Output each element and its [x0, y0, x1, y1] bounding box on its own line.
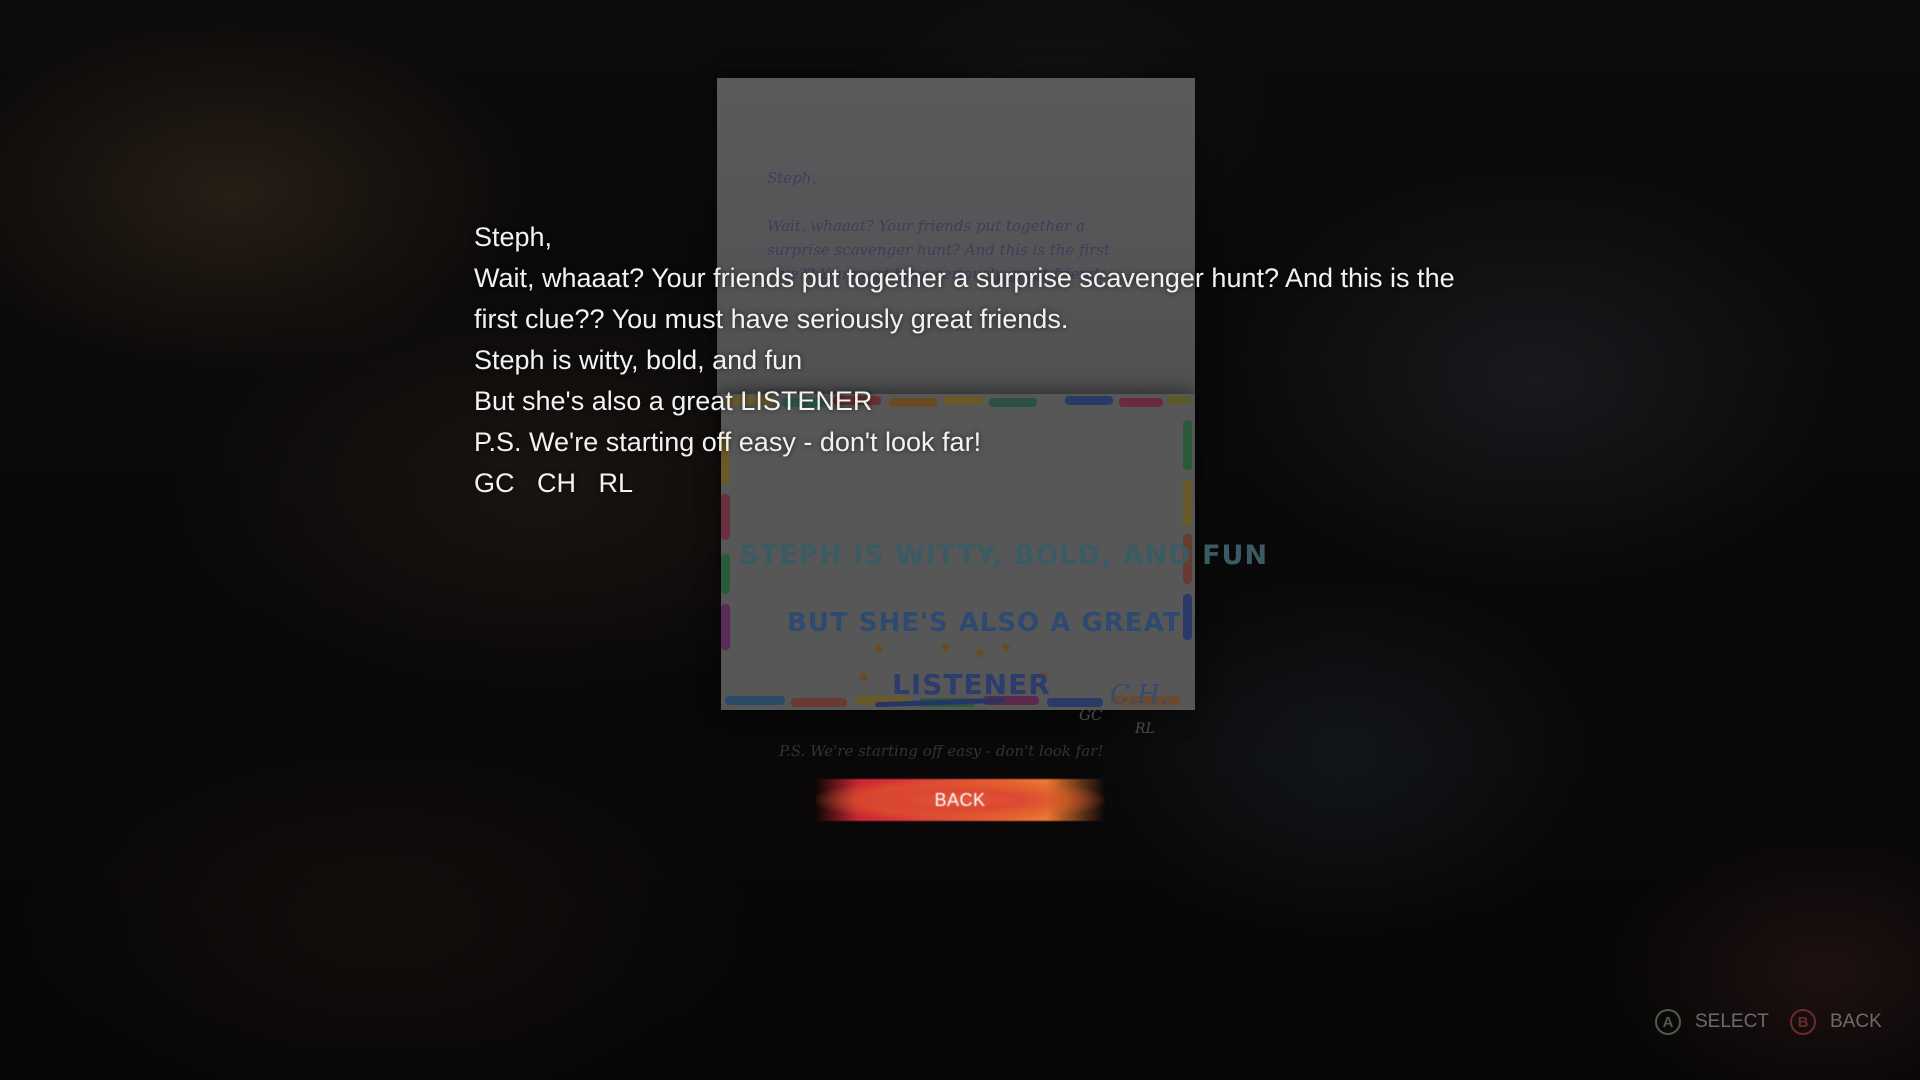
- back-hint[interactable]: B BACK: [1790, 1007, 1882, 1037]
- b-button-icon: B: [1790, 1009, 1816, 1035]
- note-crayon-line-2: BUT SHE'S ALSO A GREAT: [787, 608, 1182, 638]
- border-stripe: [791, 698, 847, 707]
- select-hint[interactable]: A SELECT: [1655, 1007, 1769, 1037]
- border-stripe: [1183, 594, 1192, 640]
- back-button[interactable]: BACK: [815, 779, 1105, 821]
- transcript-line: Wait, whaaat? Your friends put together …: [474, 263, 1455, 293]
- transcript-line: Steph is witty, bold, and fun: [474, 345, 803, 375]
- transcript-line: Steph,: [474, 222, 553, 252]
- star-doodle-icon: ✷: [999, 640, 1013, 657]
- note-crayon-line-3: LISTENER: [892, 668, 1051, 701]
- star-doodle-icon: ✷: [939, 640, 953, 657]
- border-stripe: [725, 696, 785, 705]
- transcript-line: But she's also a great LISTENER: [474, 386, 873, 416]
- select-hint-label: SELECT: [1695, 1011, 1769, 1032]
- star-doodle-icon: ✷: [872, 642, 886, 659]
- transcript-line: first clue?? You must have seriously gre…: [474, 304, 1069, 334]
- transcript-line: GC CH RL: [474, 468, 634, 498]
- back-hint-label: BACK: [1830, 1011, 1882, 1032]
- note-handwritten-ps: P.S. We're starting off easy - don't loo…: [779, 742, 1104, 760]
- back-button-label: BACK: [934, 789, 986, 810]
- transcript-line: P.S. We're starting off easy - don't loo…: [474, 427, 982, 457]
- note-signature-ch: C.H.: [1110, 680, 1169, 710]
- note-signature-rl: RL: [1135, 721, 1155, 737]
- note-crayon-line-1: STEPH IS WITTY, BOLD, AND FUN: [739, 540, 1269, 571]
- star-doodle-icon: ✷: [973, 646, 987, 663]
- note-signature-gc: GC: [1079, 706, 1103, 724]
- note-handwritten-greeting: Steph,: [767, 169, 817, 187]
- border-stripe: [721, 604, 730, 650]
- border-stripe: [721, 554, 730, 594]
- a-button-icon: A: [1655, 1009, 1681, 1035]
- game-scene-background: Steph, Wait, whaaat? Your friends put to…: [0, 0, 1920, 1080]
- star-doodle-icon: ✷: [857, 670, 871, 687]
- note-transcript: Steph, Wait, whaaat? Your friends put to…: [474, 217, 1474, 504]
